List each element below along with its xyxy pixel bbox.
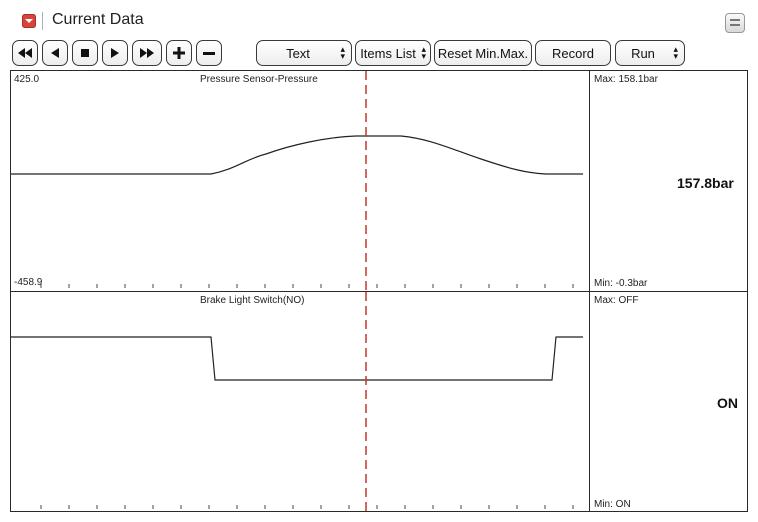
zoom-in-icon [173, 47, 185, 59]
tick-marks [40, 505, 574, 509]
spinner-icon: ▴ ▾ [673, 44, 678, 61]
toolbar: Text ▴ ▾ Items List ▴ ▾ Reset Min.Max. Rec… [0, 36, 758, 70]
min-value-label: Min: -0.3bar [594, 278, 648, 289]
max-value-label: Max: OFF [594, 295, 639, 306]
graph-value-divider [589, 71, 590, 291]
pressure-graph-plot [11, 71, 583, 291]
run-select[interactable]: Run ▴ ▾ [615, 40, 685, 66]
fast-forward-button[interactable] [132, 40, 162, 66]
record-button[interactable]: Record [535, 40, 611, 66]
stop-icon [81, 49, 89, 57]
reset-min-max-label: Reset Min.Max. [437, 45, 529, 61]
step-back-button[interactable] [42, 40, 68, 66]
run-label: Run [631, 45, 655, 61]
rewind-icon [18, 48, 32, 58]
items-list-select[interactable]: Items List ▴ ▾ [355, 40, 431, 66]
zoom-in-button[interactable] [166, 40, 192, 66]
reset-min-max-button[interactable]: Reset Min.Max. [434, 40, 532, 66]
max-value-label: Max: 158.1bar [594, 74, 658, 85]
graph-panel-pressure: 425.0 -458.9 Pressure Sensor-Pressure Ma… [10, 70, 748, 292]
rewind-button[interactable] [12, 40, 38, 66]
zoom-out-icon [203, 51, 215, 55]
title-separator [42, 12, 43, 30]
pressure-trace [11, 135, 583, 175]
title-bar: Current Data [0, 0, 758, 36]
spinner-icon: ▴ ▾ [340, 44, 345, 61]
step-back-icon [51, 48, 59, 58]
fast-forward-icon [140, 48, 154, 58]
tick-marks [40, 284, 574, 288]
items-list-label: Items List [360, 45, 416, 61]
current-value: 157.8bar [677, 175, 734, 191]
brake-switch-trace [11, 336, 583, 381]
graph-value-divider [589, 292, 590, 511]
record-label: Record [552, 45, 594, 61]
stop-button[interactable] [72, 40, 98, 66]
graph-panel-brake-light: Brake Light Switch(NO) Max: OFF Min: ON … [10, 291, 748, 512]
display-mode-value: Text [286, 45, 310, 61]
play-icon [111, 48, 119, 58]
min-value-label: Min: ON [594, 499, 631, 510]
current-value: ON [717, 395, 738, 411]
dropdown-icon[interactable] [22, 14, 36, 28]
spinner-icon: ▴ ▾ [421, 44, 426, 61]
zoom-out-button[interactable] [196, 40, 222, 66]
page-title: Current Data [52, 11, 144, 28]
display-mode-select[interactable]: Text ▴ ▾ [256, 40, 352, 66]
menu-icon[interactable] [725, 13, 745, 33]
play-button[interactable] [102, 40, 128, 66]
brake-graph-plot [11, 292, 583, 511]
